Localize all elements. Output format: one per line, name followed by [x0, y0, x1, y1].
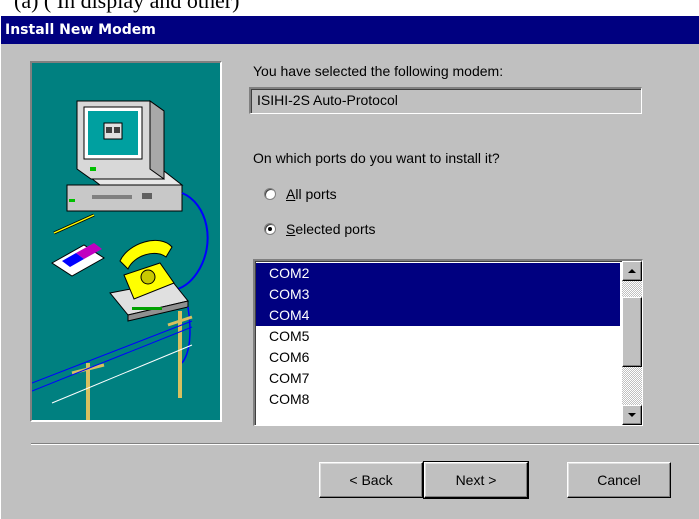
scroll-up-arrow-icon: [628, 269, 636, 273]
install-new-modem-dialog: Install New Modem You have selected the …: [0, 16, 699, 519]
port-item-com2[interactable]: COM2: [256, 263, 620, 284]
button-separator: [31, 443, 699, 445]
radio-selected-ports-label[interactable]: Selected ports: [286, 221, 376, 237]
modem-illustration: [30, 61, 222, 422]
port-item-com8[interactable]: COM8: [256, 389, 620, 410]
window-title: Install New Modem: [5, 22, 156, 38]
radio-all-ports[interactable]: All ports: [264, 184, 337, 204]
radio-selected-ports[interactable]: Selected ports: [264, 219, 376, 239]
selected-modem-label: You have selected the following modem:: [253, 63, 504, 79]
port-item-com4[interactable]: COM4: [256, 305, 620, 326]
scroll-up-button[interactable]: [622, 261, 642, 281]
port-list-items: COM2 COM3 COM4 COM5 COM6 COM7 COM8: [256, 263, 620, 410]
port-listbox[interactable]: COM2 COM3 COM4 COM5 COM6 COM7 COM8: [253, 259, 643, 426]
cancel-button[interactable]: Cancel: [567, 462, 671, 498]
scroll-thumb[interactable]: [622, 297, 642, 367]
scroll-down-arrow-icon: [628, 413, 636, 417]
port-item-com7[interactable]: COM7: [256, 368, 620, 389]
radio-all-ports-label[interactable]: All ports: [286, 186, 337, 202]
back-button-label: < Back: [349, 472, 393, 488]
title-bar[interactable]: Install New Modem: [1, 16, 699, 44]
port-item-com6[interactable]: COM6: [256, 347, 620, 368]
computer-phone-illustration-icon: [32, 100, 209, 420]
next-button-label: Next >: [455, 472, 497, 488]
port-list-scrollbar[interactable]: [622, 261, 642, 425]
selected-modem-field: ISIHI-2S Auto-Protocol: [249, 87, 642, 114]
scroll-down-button[interactable]: [622, 405, 642, 425]
top-strip: (a) ( In display and other): [0, 0, 699, 16]
back-button[interactable]: < Back: [319, 462, 423, 498]
radio-all-ports-indicator[interactable]: [264, 188, 276, 200]
top-fragment-text: (a) ( In display and other): [14, 0, 240, 13]
port-item-com5[interactable]: COM5: [256, 326, 620, 347]
port-item-com3[interactable]: COM3: [256, 284, 620, 305]
cancel-button-label: Cancel: [597, 472, 641, 488]
ports-question-label: On which ports do you want to install it…: [253, 150, 500, 166]
radio-selected-ports-indicator[interactable]: [264, 223, 276, 235]
next-button[interactable]: Next >: [423, 461, 529, 499]
